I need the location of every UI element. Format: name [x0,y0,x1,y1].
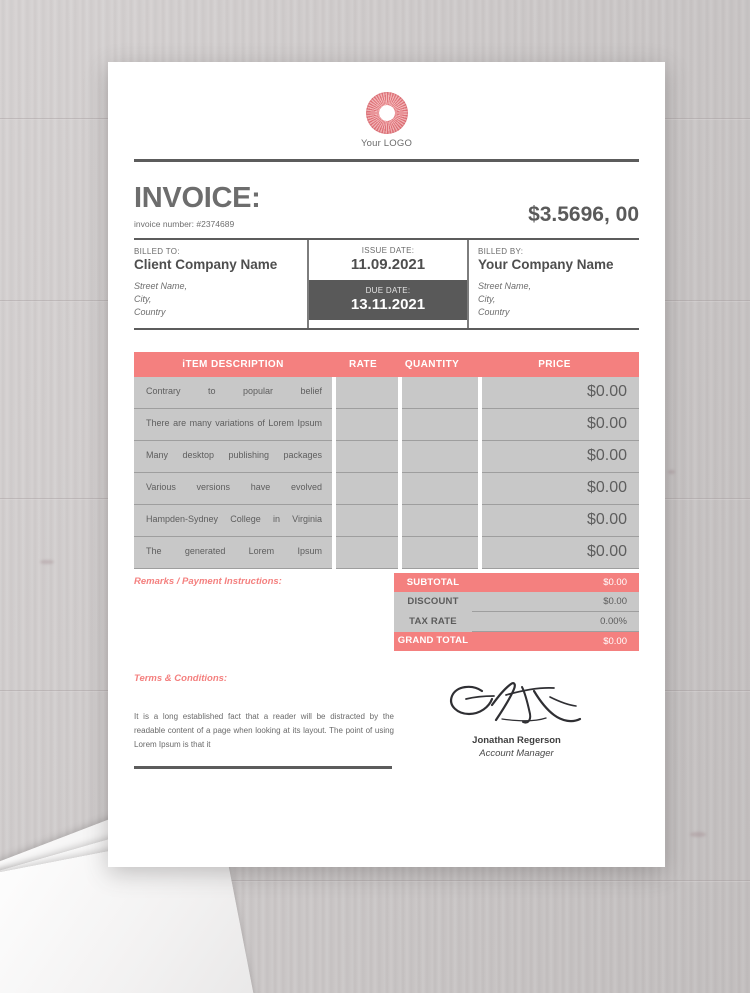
items-table-body: Contrary to popular belief $0.00 There are… [134,376,639,569]
totals-block: SUBTOTAL $0.00 DISCOUNT $0.00 TAX RATE 0… [394,572,639,651]
billed-to-label: BILLED TO: [134,246,180,256]
grand-total-value: $0.00 [472,631,639,651]
page-title: INVOICE: [134,182,261,214]
due-date-value: 13.11.2021 [350,295,426,313]
cell-quantity [402,504,478,537]
cell-rate [336,440,398,473]
billed-to-name: Client Company Name [134,256,278,272]
grand-total-label: GRAND TOTAL [394,631,472,651]
issue-date-cell: ISSUE DATE: 11.09.2021 [309,239,467,280]
billed-by-block: BILLED BY: Your Company Name Street Name… [467,239,639,328]
invoice-total-amount: $3.5696, 00 [528,202,639,226]
signature-block: Jonathan Regerson Account Manager [394,673,639,769]
footer-divider [134,765,392,769]
due-date-cell: DUE DATE: 13.11.2021 [309,279,467,320]
cell-price: $0.00 [482,440,639,473]
table-row: The generated Lorem Ipsum $0.00 [134,536,639,569]
cell-price: $0.00 [482,536,639,569]
tax-rate-value: 0.00% [472,611,639,632]
table-row: Contrary to popular belief $0.00 [134,376,639,409]
donut-ring-logo-icon [365,92,408,134]
signatory-name: Jonathan Regerson [472,734,561,746]
invoice-number: invoice number: #2374689 [134,219,235,229]
logo-block: Your LOGO [134,62,639,149]
cell-price: $0.00 [482,408,639,441]
billed-by-name: Your Company Name [478,256,614,272]
cell-description: The generated Lorem Ipsum [134,536,332,569]
items-table: iTEM DESCRIPTION RATE QUANTITY PRICE Con… [134,351,639,569]
remarks-heading: Remarks / Payment Instructions: [134,575,282,587]
subtotal-row: SUBTOTAL $0.00 [394,572,639,592]
parties-band: BILLED TO: Client Company Name Street Na… [134,237,639,330]
cell-quantity [402,440,478,473]
billed-to-block: BILLED TO: Client Company Name Street Na… [134,239,309,328]
table-row: Many desktop publishing packages $0.00 [134,440,639,473]
column-header-price: PRICE [538,358,571,370]
billed-to-address: Street Name, City, Country [134,280,188,317]
logo-caption: Your LOGO [360,138,413,149]
cell-quantity [402,408,478,441]
dates-block: ISSUE DATE: 11.09.2021 DUE DATE: 13.11.2… [309,239,467,328]
cell-quantity [402,472,478,505]
handwritten-signature-icon [449,681,581,724]
cell-rate [336,408,398,441]
cell-price: $0.00 [482,472,639,505]
cell-rate [336,472,398,505]
billed-by-label: BILLED BY: [478,246,524,256]
issue-date-label: ISSUE DATE: [361,245,415,255]
terms-and-signature: Terms & Conditions: It is a long establi… [134,673,639,769]
signatory-role: Account Manager [479,747,554,759]
invoice-document: Your LOGO INVOICE: invoice number: #2374… [108,62,665,867]
tax-rate-row: TAX RATE 0.00% [394,611,639,632]
wood-knot [690,832,706,837]
cell-price: $0.00 [482,376,639,409]
discount-value: $0.00 [472,591,639,612]
due-date-label: DUE DATE: [365,285,411,295]
cell-rate [336,376,398,409]
table-row: Various versions have evolved $0.00 [134,472,639,505]
cell-rate [336,536,398,569]
subtotal-label: SUBTOTAL [394,572,472,592]
terms-block: Terms & Conditions: It is a long establi… [134,673,394,769]
cell-description: Many desktop publishing packages [134,440,332,473]
issue-date-value: 11.09.2021 [350,255,426,273]
column-header-description: iTEM DESCRIPTION [182,358,284,370]
remarks-block: Remarks / Payment Instructions: [134,573,394,651]
cell-description: Hampden-Sydney College in Virginia [134,504,332,537]
terms-heading: Terms & Conditions: [134,672,228,684]
cell-rate [336,504,398,537]
table-row: There are many variations of Lorem Ipsum… [134,408,639,441]
cell-quantity [402,376,478,409]
tax-rate-label: TAX RATE [394,611,472,632]
remarks-and-totals: Remarks / Payment Instructions: SUBTOTAL… [134,572,639,651]
table-row: Hampden-Sydney College in Virginia $0.00 [134,504,639,537]
terms-body: It is a long established fact that a rea… [134,711,394,749]
grand-total-row: GRAND TOTAL $0.00 [394,631,639,651]
wood-knot [40,560,54,564]
subtotal-value: $0.00 [472,572,639,592]
cell-description: Various versions have evolved [134,472,332,505]
billed-by-address: Street Name, City, Country [478,280,532,317]
invoice-title-row: INVOICE: invoice number: #2374689 $3.569… [134,162,639,229]
discount-label: DISCOUNT [394,591,472,612]
cell-quantity [402,536,478,569]
cell-description: There are many variations of Lorem Ipsum [134,408,332,441]
cell-description: Contrary to popular belief [134,376,332,409]
cell-price: $0.00 [482,504,639,537]
column-header-quantity: QUANTITY [404,358,460,370]
items-table-header: iTEM DESCRIPTION RATE QUANTITY PRICE [134,351,639,377]
wood-knot [668,470,675,474]
column-header-rate: RATE [348,358,378,370]
discount-row: DISCOUNT $0.00 [394,591,639,612]
